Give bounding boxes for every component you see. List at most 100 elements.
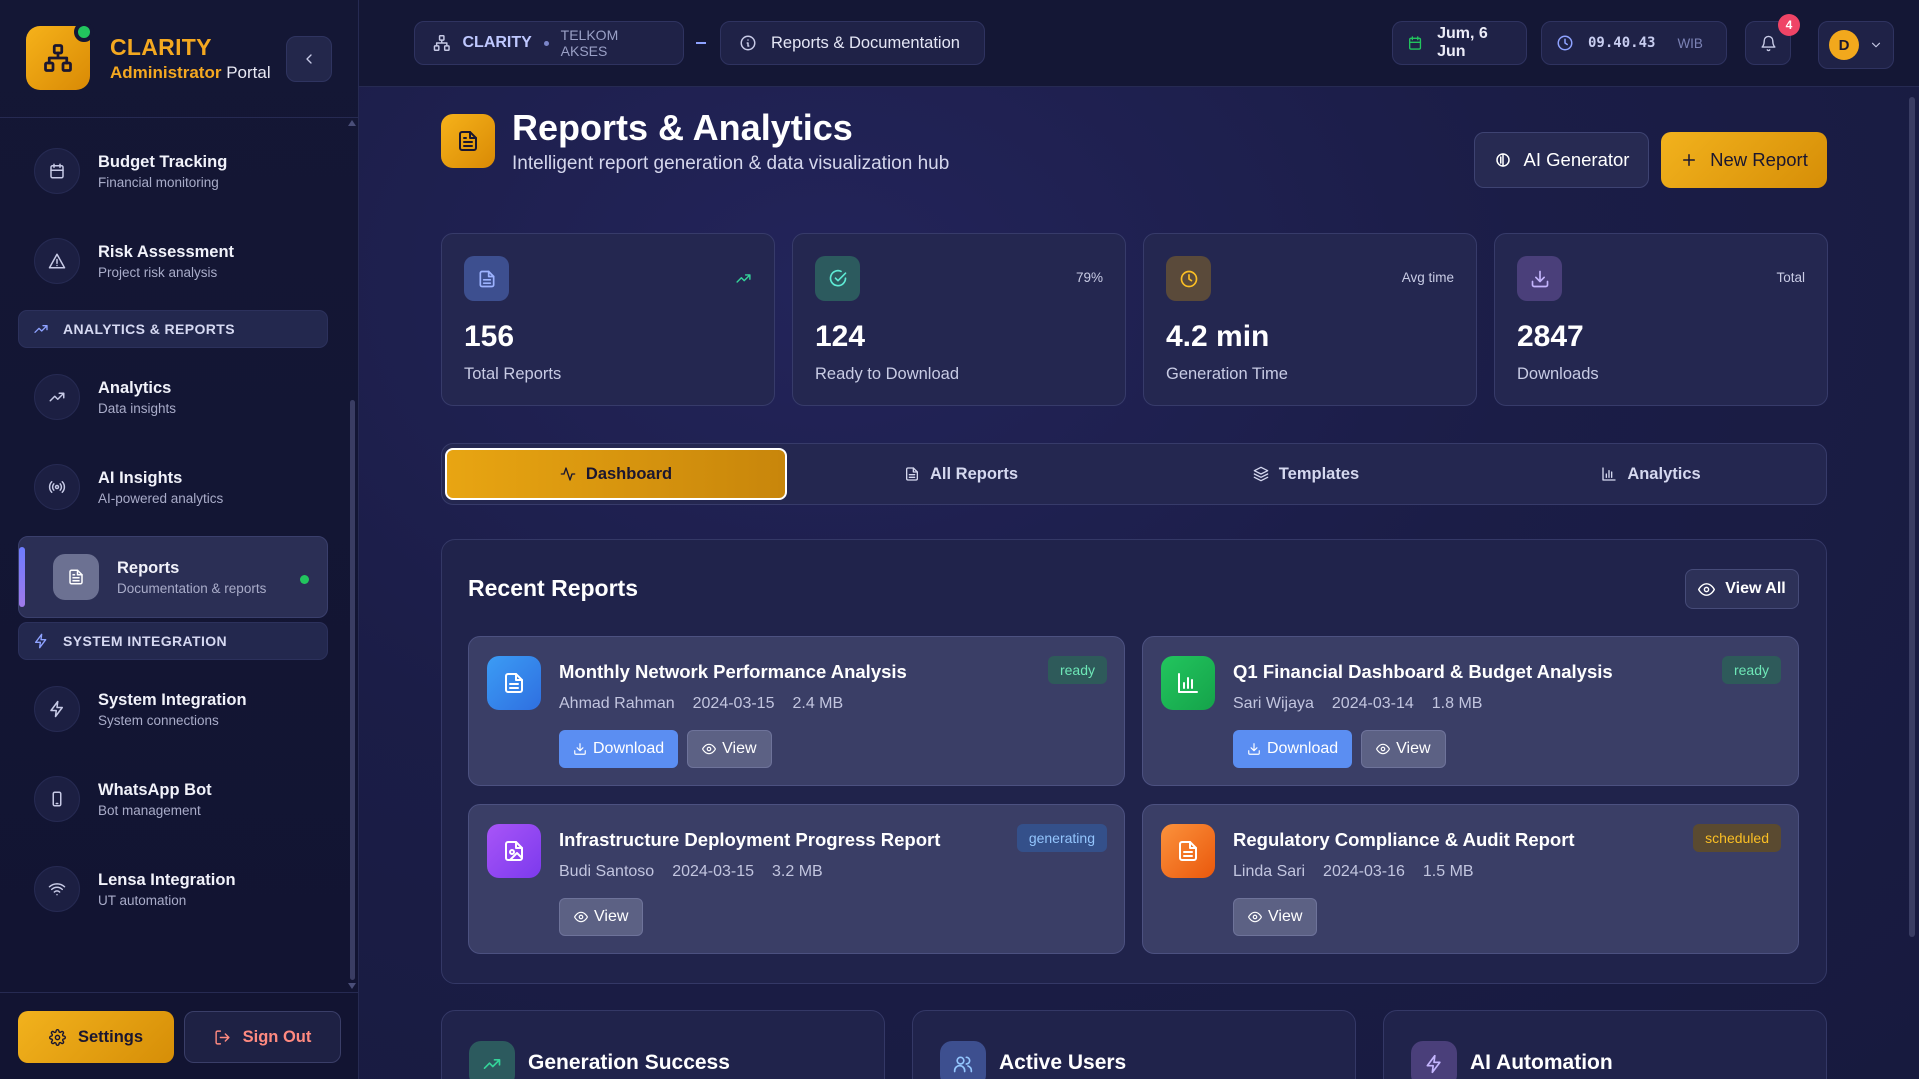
stat-card-generation-time[interactable]: Avg time 4.2 min Generation Time (1143, 233, 1477, 406)
gear-icon (49, 1028, 66, 1046)
settings-button[interactable]: Settings (18, 1011, 174, 1063)
card-title: AI Automation (1470, 1051, 1613, 1074)
section-analytics-reports[interactable]: ANALYTICS & REPORTS (18, 310, 328, 348)
breadcrumb-home[interactable]: CLARITY TELKOM AKSES (414, 21, 684, 65)
sidebar-item-whatsapp-bot[interactable]: WhatsApp Bot Bot management (18, 754, 328, 844)
sidebar-item-subtitle: Data insights (98, 400, 177, 416)
new-report-button[interactable]: New Report (1661, 132, 1827, 188)
stat-card-total-reports[interactable]: 156 Total Reports (441, 233, 775, 406)
tab-label: Analytics (1627, 464, 1701, 483)
sidebar-item-risk-assessment[interactable]: Risk Assessment Project risk analysis (18, 216, 328, 306)
report-meta: Linda Sari 2024-03-16 1.5 MB (1233, 863, 1492, 881)
stat-label: Ready to Download (815, 365, 960, 383)
card-title: Generation Success (528, 1051, 730, 1074)
view-button[interactable]: View (1361, 730, 1446, 768)
report-card[interactable]: Q1 Financial Dashboard & Budget Analysis… (1142, 636, 1799, 786)
download-icon (1248, 743, 1260, 755)
file-icon (905, 467, 918, 481)
ai-icon (1495, 153, 1510, 167)
layers-icon (1253, 466, 1269, 482)
report-author: Budi Santoso (559, 863, 655, 880)
sidebar-item-title: Risk Assessment (98, 242, 235, 261)
date-display: Jum, 6 Jun (1392, 21, 1527, 65)
report-size: 3.2 MB (772, 863, 823, 880)
ai-generator-button[interactable]: AI Generator (1474, 132, 1649, 188)
user-menu-button[interactable]: D (1818, 21, 1894, 69)
timezone-text: WIB (1677, 35, 1703, 51)
sidebar-item-subtitle: Financial monitoring (98, 174, 219, 190)
sidebar-item-reports[interactable]: Reports Documentation & reports (18, 536, 328, 618)
report-title: Regulatory Compliance & Audit Report (1233, 829, 1575, 850)
sidebar-scrollbar[interactable] (350, 400, 355, 980)
report-card[interactable]: Infrastructure Deployment Progress Repor… (468, 804, 1125, 954)
warning-icon (34, 238, 80, 284)
bar-chart-icon (1161, 656, 1215, 710)
check-circle-icon (815, 256, 860, 301)
brand[interactable]: CLARITY Administrator Portal (26, 22, 271, 90)
report-card[interactable]: Monthly Network Performance Analysis Ahm… (468, 636, 1125, 786)
sidebar-item-lensa-integration[interactable]: Lensa Integration UT automation (18, 844, 328, 934)
section-label: SYSTEM INTEGRATION (63, 633, 228, 649)
collapse-sidebar-button[interactable] (286, 36, 332, 82)
view-button[interactable]: View (1233, 898, 1318, 936)
stat-value: 2847 (1517, 320, 1584, 353)
report-meta: Budi Santoso 2024-03-15 3.2 MB (559, 863, 841, 881)
sidebar-item-analytics[interactable]: Analytics Data insights (18, 352, 328, 442)
download-button[interactable]: Download (1233, 730, 1353, 768)
section-system-integration[interactable]: SYSTEM INTEGRATION (18, 622, 328, 660)
view-all-label: View All (1725, 580, 1786, 597)
sign-out-button[interactable]: Sign Out (184, 1011, 341, 1063)
bar-chart-icon (1602, 467, 1616, 481)
bolt-icon (34, 686, 80, 732)
date-text: Jum, 6 Jun (1437, 25, 1488, 60)
main-scrollbar[interactable] (1909, 97, 1915, 937)
card-generation-success[interactable]: Generation Success (441, 1010, 885, 1079)
view-button[interactable]: View (687, 730, 772, 768)
report-size: 1.5 MB (1422, 863, 1474, 880)
notifications-button[interactable]: 4 (1745, 14, 1800, 65)
tab-templates[interactable]: Templates (1135, 448, 1477, 500)
report-card[interactable]: Regulatory Compliance & Audit Report Lin… (1142, 804, 1799, 954)
eye-icon (702, 743, 717, 755)
report-date: 2024-03-15 (692, 695, 775, 712)
phone-icon (34, 776, 80, 822)
document-icon (1161, 824, 1215, 878)
sidebar-item-budget-tracking[interactable]: Budget Tracking Financial monitoring (18, 126, 328, 216)
settings-label: Settings (77, 1027, 144, 1046)
tab-label: Dashboard (585, 464, 673, 483)
report-author: Sari Wijaya (1233, 695, 1314, 712)
sidebar-item-ai-insights[interactable]: AI Insights AI-powered analytics (18, 442, 328, 532)
sidebar-item-title: WhatsApp Bot (98, 780, 212, 799)
download-label: Download (1267, 740, 1339, 757)
report-author: Ahmad Rahman (559, 695, 675, 712)
report-date: 2024-03-14 (1331, 695, 1414, 712)
card-ai-automation[interactable]: AI Automation (1383, 1010, 1827, 1079)
stat-card-downloads[interactable]: Total 2847 Downloads (1494, 233, 1828, 406)
brand-name: CLARITY (110, 33, 212, 60)
tab-analytics[interactable]: Analytics (1480, 448, 1822, 500)
calendar-icon (1409, 36, 1422, 50)
scroll-down-arrow[interactable] (348, 983, 356, 989)
view-all-button[interactable]: View All (1685, 569, 1799, 609)
view-button[interactable]: View (559, 898, 644, 936)
stat-card-ready-to-download[interactable]: 79% 124 Ready to Download (792, 233, 1126, 406)
tab-label: All Reports (929, 464, 1018, 483)
time-text: 09.40.43 (1588, 35, 1656, 51)
sidebar-nav: Budget Tracking Financial monitoring Ris… (18, 126, 328, 934)
report-date: 2024-03-15 (672, 863, 755, 880)
users-icon (940, 1041, 986, 1079)
tab-all-reports[interactable]: All Reports (790, 448, 1132, 500)
clock-icon (1557, 35, 1573, 51)
sidebar-item-title: Lensa Integration (98, 870, 236, 889)
status-badge: ready (1721, 656, 1781, 684)
download-icon (1517, 256, 1562, 301)
network-logo-icon (26, 22, 94, 90)
download-label: Download (593, 740, 665, 757)
sidebar-item-system-integration[interactable]: System Integration System connections (18, 664, 328, 754)
tab-dashboard[interactable]: Dashboard (445, 448, 787, 500)
card-active-users[interactable]: Active Users (912, 1010, 1356, 1079)
status-badge: ready (1047, 656, 1107, 684)
breadcrumb-current-page[interactable]: Reports & Documentation (720, 21, 985, 65)
scroll-up-arrow[interactable] (348, 120, 356, 126)
download-button[interactable]: Download (559, 730, 679, 768)
